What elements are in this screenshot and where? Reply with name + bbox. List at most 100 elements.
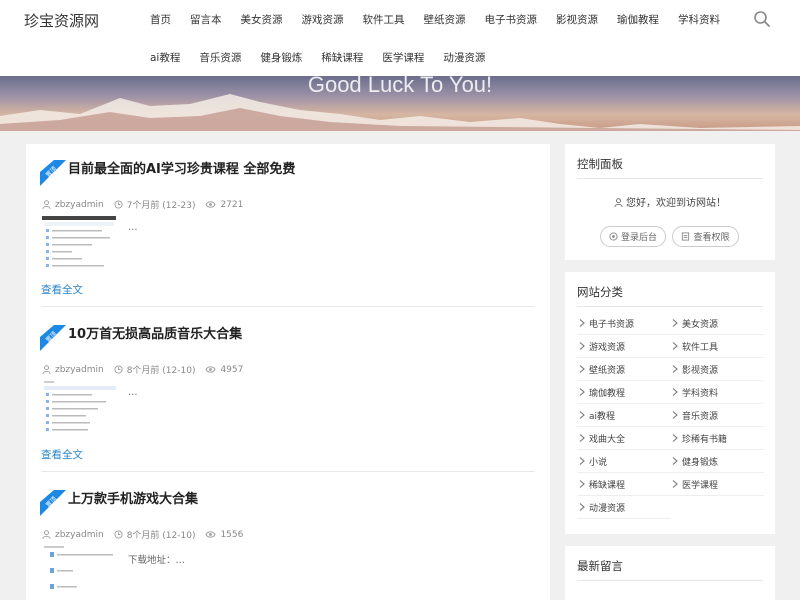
nav-item-anime[interactable]: 动漫资源 bbox=[443, 50, 485, 65]
nav-item-guestbook[interactable]: 留言本 bbox=[190, 12, 222, 27]
chevron-right-icon bbox=[672, 480, 678, 488]
nav-item-software[interactable]: 软件工具 bbox=[363, 12, 405, 27]
categories-widget: 网站分类 电子书资源 美女资源 游戏资源 软件工具 壁纸资源 影视资源 瑜伽教程 学科资料 ai… bbox=[565, 272, 775, 534]
category-label: 学科资料 bbox=[682, 389, 719, 399]
chevron-right-icon bbox=[579, 342, 585, 350]
nav-item-wallpaper[interactable]: 壁纸资源 bbox=[424, 12, 466, 27]
login-icon bbox=[609, 232, 618, 241]
category-item[interactable]: 动漫资源 bbox=[577, 496, 671, 519]
category-label: 游戏资源 bbox=[589, 343, 626, 353]
post-time: 8个月前 (12-10) bbox=[114, 528, 196, 541]
category-label: 美女资源 bbox=[682, 320, 719, 330]
document-icon bbox=[682, 232, 690, 241]
chevron-right-icon bbox=[579, 503, 585, 511]
welcome-message: 您好，欢迎到访网站！ bbox=[565, 194, 775, 209]
post-author-name[interactable]: zbzyadmin bbox=[55, 530, 104, 540]
post-time-text: 8个月前 (12-10) bbox=[126, 531, 196, 541]
category-item[interactable]: 稀缺课程 bbox=[577, 473, 671, 496]
category-item[interactable]: 软件工具 bbox=[670, 335, 764, 358]
post-title[interactable]: 上万款手机游戏大合集 bbox=[68, 488, 198, 507]
eye-icon bbox=[205, 366, 216, 373]
category-label: 小说 bbox=[589, 458, 608, 468]
chevron-right-icon bbox=[672, 342, 678, 350]
login-button-label: 登录后台 bbox=[620, 233, 657, 243]
post-author-name[interactable]: zbzyadmin bbox=[55, 200, 104, 210]
category-item[interactable]: 影视资源 bbox=[670, 358, 764, 381]
post-title[interactable]: 目前最全面的AI学习珍贵课程 全部免费 bbox=[68, 158, 295, 177]
category-item[interactable]: 医学课程 bbox=[670, 473, 764, 496]
category-item[interactable]: 游戏资源 bbox=[577, 335, 671, 358]
chevron-right-icon bbox=[579, 411, 585, 419]
category-item[interactable]: 学科资料 bbox=[670, 381, 764, 404]
nav-item-ebooks[interactable]: 电子书资源 bbox=[485, 12, 538, 27]
clock-icon bbox=[114, 200, 123, 209]
category-item[interactable]: 美女资源 bbox=[670, 312, 764, 335]
post-excerpt: 下载地址：… bbox=[128, 555, 186, 566]
category-item[interactable]: 小说 bbox=[577, 450, 671, 473]
category-label: 动漫资源 bbox=[589, 504, 626, 514]
post-thumbnail[interactable] bbox=[42, 381, 116, 435]
nav-item-movies[interactable]: 影视资源 bbox=[556, 12, 598, 27]
pinned-ribbon-icon: 置顶 bbox=[40, 490, 66, 516]
nav-item-games[interactable]: 游戏资源 bbox=[302, 12, 344, 27]
widget-divider bbox=[577, 178, 763, 179]
category-item[interactable]: 戏曲大全 bbox=[577, 427, 671, 450]
chevron-right-icon bbox=[672, 434, 678, 442]
user-icon bbox=[614, 198, 623, 208]
category-label: ai教程 bbox=[589, 412, 616, 422]
post-author: zbzyadmin bbox=[42, 198, 104, 211]
chevron-right-icon bbox=[672, 365, 678, 373]
post-time: 8个月前 (12-10) bbox=[114, 363, 195, 376]
category-item[interactable]: ai教程 bbox=[577, 404, 671, 427]
clock-icon bbox=[114, 365, 123, 374]
category-item[interactable]: 珍稀有书籍 bbox=[670, 427, 764, 450]
search-icon[interactable] bbox=[753, 10, 771, 28]
site-header: 珍宝资源网 首页 留言本 美女资源 游戏资源 软件工具 壁纸资源 电子书资源 影… bbox=[0, 0, 800, 76]
chevron-right-icon bbox=[579, 434, 585, 442]
nav-item-fitness[interactable]: 健身锻炼 bbox=[260, 50, 302, 65]
category-item[interactable]: 健身锻炼 bbox=[670, 450, 764, 473]
user-icon bbox=[42, 200, 51, 209]
category-item[interactable]: 音乐资源 bbox=[670, 404, 764, 427]
post-meta: zbzyadmin 8个月前 (12-10) 4957 bbox=[42, 363, 253, 376]
nav-item-medical[interactable]: 医学课程 bbox=[382, 50, 424, 65]
post-title[interactable]: 10万首无损高品质音乐大合集 bbox=[68, 323, 242, 342]
nav-item-home[interactable]: 首页 bbox=[150, 12, 171, 27]
eye-icon bbox=[205, 201, 216, 208]
category-item[interactable]: 壁纸资源 bbox=[577, 358, 671, 381]
category-label: 影视资源 bbox=[682, 366, 719, 376]
post-thumbnail[interactable] bbox=[42, 546, 116, 600]
post-views-count: 1556 bbox=[220, 529, 244, 540]
permissions-button-label: 查看权限 bbox=[693, 233, 730, 243]
category-item[interactable]: 电子书资源 bbox=[577, 312, 671, 335]
post-list: 置顶 目前最全面的AI学习珍贵课程 全部免费 zbzyadmin 7个月前 (1… bbox=[26, 144, 550, 600]
post-author: zbzyadmin bbox=[42, 363, 104, 376]
hero-banner: Good Luck To You! bbox=[0, 76, 800, 131]
site-logo[interactable]: 珍宝资源网 bbox=[24, 10, 99, 31]
chevron-right-icon bbox=[579, 365, 585, 373]
post-views: 2721 bbox=[205, 198, 243, 211]
nav-item-music[interactable]: 音乐资源 bbox=[199, 50, 241, 65]
read-more-link[interactable]: 查看全文 bbox=[41, 282, 83, 297]
post-author-name[interactable]: zbzyadmin bbox=[55, 365, 104, 375]
widget-title: 控制面板 bbox=[577, 157, 623, 171]
category-label: 医学课程 bbox=[682, 481, 719, 491]
permissions-button[interactable]: 查看权限 bbox=[672, 226, 739, 247]
post-views-count: 4957 bbox=[220, 364, 244, 375]
nav-item-yoga[interactable]: 瑜伽教程 bbox=[617, 12, 659, 27]
post-thumbnail[interactable] bbox=[42, 216, 116, 270]
user-icon bbox=[42, 365, 51, 374]
category-label: 健身锻炼 bbox=[682, 458, 719, 468]
nav-item-rare-courses[interactable]: 稀缺课程 bbox=[321, 50, 363, 65]
clock-icon bbox=[114, 530, 123, 539]
post-excerpt: … bbox=[128, 222, 138, 233]
category-item[interactable]: 瑜伽教程 bbox=[577, 381, 671, 404]
nav-item-beauty[interactable]: 美女资源 bbox=[241, 12, 283, 27]
read-more-link[interactable]: 查看全文 bbox=[41, 447, 83, 462]
nav-item-ai[interactable]: ai教程 bbox=[150, 50, 180, 65]
category-label: 电子书资源 bbox=[589, 320, 635, 330]
category-label: 壁纸资源 bbox=[589, 366, 626, 376]
login-button[interactable]: 登录后台 bbox=[600, 226, 666, 247]
widget-divider bbox=[577, 580, 763, 581]
nav-item-study[interactable]: 学科资料 bbox=[678, 12, 720, 27]
